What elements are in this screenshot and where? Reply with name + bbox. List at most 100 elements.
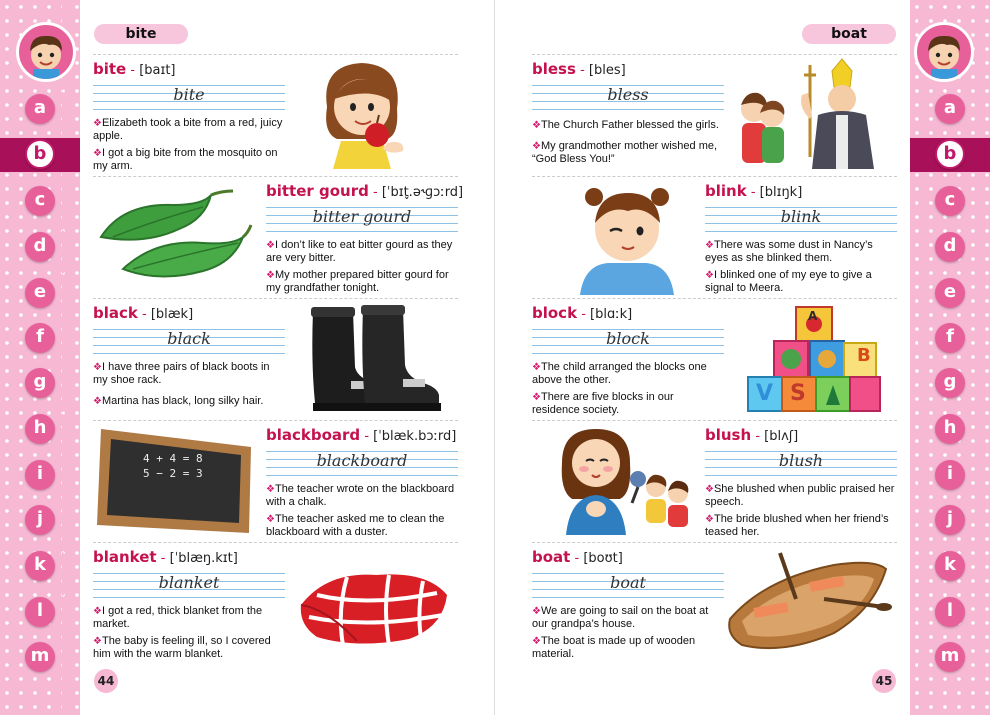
alphabet-tab-a[interactable]: a	[25, 94, 55, 124]
example-sentence: I got a big bite from the mosquito on my…	[93, 147, 278, 172]
alphabet-tab-k[interactable]: k	[935, 551, 965, 581]
alphabet-tab-e[interactable]: e	[935, 278, 965, 308]
cursive-word: black	[167, 329, 211, 348]
cursive-word: bless	[607, 85, 649, 104]
headword: boat	[532, 548, 571, 566]
example-sentence: There was some dust in Nancy’s eyes as s…	[705, 239, 873, 264]
example-sentence: We are going to sail on the boat at our …	[532, 605, 709, 630]
guide-word-left: bite	[94, 24, 188, 44]
example-sentence: The teacher asked me to clean the blackb…	[266, 513, 445, 538]
board-line: 5 − 2 = 3	[143, 467, 203, 480]
cursive-word: bite	[173, 85, 205, 104]
pronunciation: [ˈbɪt̬.ə˞ɡɔːrd]	[381, 185, 464, 200]
pronunciation: [ˈblæk.bɔːrd]	[373, 429, 457, 444]
pronunciation: [boʊt]	[583, 551, 623, 566]
entry-blush: blush - [blʌʃ] blush ❖She blushed when p…	[532, 420, 897, 540]
entry-blink: blink - [blɪŋk] blink ❖There was some du…	[532, 176, 897, 296]
alphabet-tab-d[interactable]: d	[25, 232, 55, 262]
example-sentence: I don’t like to eat bitter gourd as they…	[266, 239, 453, 264]
alphabet-tab-j[interactable]: j	[25, 505, 55, 535]
example-sentence: I have three pairs of black boots in my …	[93, 361, 270, 386]
alphabet-tab-f[interactable]: f	[935, 323, 965, 353]
pronunciation: [ˈblæŋ.kɪt]	[169, 551, 238, 566]
rowing-boat-image	[728, 552, 892, 650]
entry-blackboard: 4 + 4 = 8 5 − 2 = 3 blackboard - [ˈblæk.…	[93, 420, 458, 540]
block-letter: B	[857, 345, 871, 366]
alphabet-tab-g[interactable]: g	[935, 368, 965, 398]
pronunciation: [blʌʃ]	[764, 429, 799, 444]
entry-black: black - [blæk] black ❖I have three pairs…	[93, 298, 458, 418]
alphabet-tab-c[interactable]: c	[935, 186, 965, 216]
alphabet-tab-g[interactable]: g	[25, 368, 55, 398]
alphabet-tab-m[interactable]: m	[935, 642, 965, 672]
example-sentence: The baby is feeling ill, so I covered hi…	[93, 635, 271, 660]
alphabet-tab-a[interactable]: a	[935, 94, 965, 124]
girl-blinking-image	[580, 188, 674, 295]
alphabet-tab-f[interactable]: f	[25, 323, 55, 353]
example-sentence: The bride blushed when her friend’s teas…	[705, 513, 889, 538]
entry-bitter-gourd: bitter gourd - [ˈbɪt̬.ə˞ɡɔːrd] bitter go…	[93, 176, 463, 296]
alphabet-tab-h[interactable]: h	[25, 414, 55, 444]
book-spine	[494, 0, 495, 715]
example-sentence: My mother prepared bitter gourd for my g…	[266, 269, 449, 294]
headword: block	[532, 304, 578, 322]
entry-boat: boat - [boʊt] boat ❖We are going to sail…	[532, 542, 897, 662]
girl-biting-apple-image	[326, 63, 404, 169]
example-sentence: There are five blocks in our residence s…	[532, 391, 674, 416]
priest-blessing-girls-image	[741, 58, 874, 169]
alphabet-tab-e[interactable]: e	[25, 278, 55, 308]
example-sentence: The child arranged the blocks one above …	[532, 361, 707, 386]
alphabet-tab-i[interactable]: i	[25, 460, 55, 490]
headword: bitter gourd	[266, 182, 369, 200]
cursive-word: boat	[610, 573, 646, 592]
pronunciation: [blæk]	[150, 307, 194, 322]
page-number-right: 45	[872, 669, 896, 693]
headword: bite	[93, 60, 127, 78]
cursive-word: block	[606, 329, 650, 348]
example-sentence: I got a red, thick blanket from the mark…	[93, 605, 263, 630]
example-sentence: My grandmother mother wished me, “God Bl…	[532, 140, 718, 165]
entry-bless: bless - [bles] bless ❖The Church Father …	[532, 54, 897, 174]
alphabet-tab-l[interactable]: l	[935, 597, 965, 627]
headword: black	[93, 304, 138, 322]
example-sentence: I blinked one of my eye to give a signal…	[705, 269, 872, 294]
alphabet-tab-l[interactable]: l	[25, 597, 55, 627]
right-wave-edge	[918, 0, 928, 715]
red-blanket-image	[300, 574, 447, 646]
alphabet-tab-c[interactable]: c	[25, 186, 55, 216]
pronunciation: [bles]	[588, 63, 626, 78]
alphabet-tab-d[interactable]: d	[935, 232, 965, 262]
example-sentence: The Church Father blessed the girls.	[540, 119, 719, 131]
headword: blackboard	[266, 426, 361, 444]
alphabet-tab-b[interactable]: b	[25, 139, 55, 169]
boy-avatar-icon	[16, 22, 76, 82]
left-wave-edge	[62, 0, 72, 715]
cursive-word: blanket	[158, 573, 220, 592]
example-sentence: Elizabeth took a bite from a red, juicy …	[93, 117, 283, 142]
pronunciation: [blɑːk]	[590, 307, 633, 322]
entry-block: block - [blɑːk] block ❖The child arrange…	[532, 298, 897, 418]
alphabet-tab-b[interactable]: b	[935, 139, 965, 169]
guide-word-right: boat	[802, 24, 896, 44]
page-number-left: 44	[94, 669, 118, 693]
alphabet-tab-m[interactable]: m	[25, 642, 55, 672]
block-letter: A	[808, 309, 818, 323]
headword: blink	[705, 182, 747, 200]
bitter-gourds-image	[99, 189, 253, 278]
pronunciation: [baɪt]	[139, 63, 176, 78]
alphabet-tab-k[interactable]: k	[25, 551, 55, 581]
entry-bite: bite - [baɪt] bite ❖Elizabeth took a bit…	[93, 54, 458, 174]
example-sentence: Martina has black, long silky hair.	[101, 395, 264, 407]
block-letter: V	[756, 381, 774, 406]
example-sentence: She blushed when public praised her spee…	[705, 483, 895, 508]
example-sentence: The teacher wrote on the blackboard with…	[266, 483, 455, 508]
girl-blushing-image	[561, 429, 689, 535]
alphabet-tab-i[interactable]: i	[935, 460, 965, 490]
alphabet-tab-j[interactable]: j	[935, 505, 965, 535]
entry-blanket: blanket - [ˈblæŋ.kɪt] blanket ❖I got a r…	[93, 542, 458, 662]
alphabet-tab-h[interactable]: h	[935, 414, 965, 444]
boy-avatar-icon	[914, 22, 974, 82]
cursive-word: bitter gourd	[312, 207, 412, 226]
headword: blush	[705, 426, 752, 444]
cursive-word: blink	[780, 207, 822, 226]
